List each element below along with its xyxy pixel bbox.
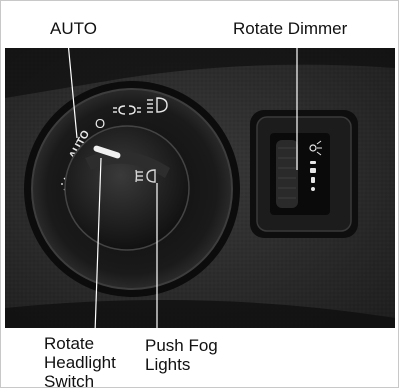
dashboard-photo: AUTO O: [5, 48, 395, 328]
headlight-switch-figure: AUTO Rotate Dimmer AUTO O Rotate Headlig…: [0, 0, 399, 391]
label-auto: AUTO: [50, 19, 97, 38]
label-push-fog-lights: Push Fog Lights: [145, 336, 218, 374]
off-marking: O: [95, 116, 105, 131]
label-rotate-headlight-switch: Rotate Headlight Switch: [44, 334, 116, 391]
label-rotate-dimmer: Rotate Dimmer: [233, 19, 348, 38]
